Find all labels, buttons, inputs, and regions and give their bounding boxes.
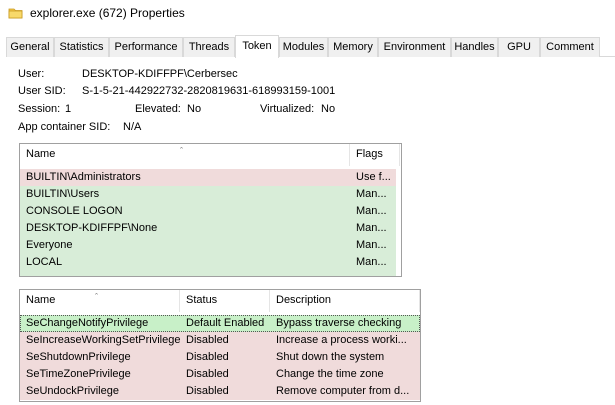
tab-memory[interactable]: Memory (328, 37, 378, 57)
privilege-name: SeShutdownPrivilege (26, 351, 131, 363)
group-name: LOCAL (26, 256, 63, 268)
session-value: 1 (65, 103, 72, 115)
groups-col-name-label: Name (26, 148, 56, 160)
group-flags: Use f... (356, 171, 391, 183)
privilege-name: SeIncreaseWorkingSetPrivilege (26, 334, 180, 346)
group-row[interactable]: Everyone Man... (20, 237, 396, 254)
privilege-status: Disabled (186, 368, 229, 380)
group-name: Everyone (26, 239, 73, 251)
priv-col-description[interactable]: Description (270, 290, 420, 312)
privileges-header: Name ˆ Status Description (20, 290, 420, 312)
privilege-description: Shut down the system (276, 351, 385, 363)
privilege-status: Disabled (186, 385, 229, 397)
group-name: DESKTOP-KDIFFPF\None (26, 222, 158, 234)
app-container-sid-value: N/A (123, 121, 142, 133)
tab-modules[interactable]: Modules (279, 37, 328, 57)
groups-list[interactable]: Name ˆ Flags BUILTIN\Administrators Use … (19, 143, 402, 277)
tab-token[interactable]: Token (235, 35, 279, 58)
group-flags: Man... (356, 188, 387, 200)
group-row[interactable]: DESKTOP-KDIFFPF\None Man... (20, 220, 396, 237)
group-row-partial (20, 271, 396, 276)
tab-gpu[interactable]: GPU (498, 37, 540, 57)
group-row[interactable]: LOCAL Man... (20, 254, 396, 271)
privilege-description: Bypass traverse checking (270, 315, 420, 332)
priv-col-status[interactable]: Status (180, 290, 270, 312)
user-value: DESKTOP-KDIFFPF\Cerbersec (82, 68, 238, 80)
privilege-row[interactable]: SeUndockPrivilege Disabled Remove comput… (20, 383, 420, 400)
title-bar: explorer.exe (672) Properties (0, 0, 615, 28)
elevated-value: No (187, 103, 202, 115)
tab-statistics[interactable]: Statistics (54, 37, 109, 57)
group-flags: Man... (356, 205, 387, 217)
user-label: User: (18, 68, 45, 80)
user-sid-value: S-1-5-21-442922732-2820819631-618993159-… (82, 85, 336, 97)
group-name: BUILTIN\Users (26, 188, 100, 200)
privilege-description: Change the time zone (276, 368, 384, 380)
session-label: Session: (18, 103, 61, 115)
group-flags: Man... (356, 239, 387, 251)
privilege-row[interactable]: SeChangeNotifyPrivilege Default Enabled … (20, 315, 420, 332)
group-row[interactable]: BUILTIN\Administrators Use f... (20, 169, 396, 186)
token-panel: User: DESKTOP-KDIFFPF\Cerbersec User SID… (6, 57, 615, 405)
privilege-name: SeChangeNotifyPrivilege (20, 315, 180, 332)
tab-threads[interactable]: Threads (183, 37, 235, 57)
privilege-row[interactable]: SeShutdownPrivilege Disabled Shut down t… (20, 349, 420, 366)
tab-strip: General Statistics Performance Threads T… (6, 35, 615, 58)
privilege-name: SeTimeZonePrivilege (26, 368, 131, 380)
priv-col-name[interactable]: Name ˆ (20, 290, 180, 312)
privilege-status: Disabled (186, 334, 229, 346)
user-sid-label: User SID: (18, 85, 66, 97)
groups-header: Name ˆ Flags (20, 144, 400, 166)
tab-performance[interactable]: Performance (109, 37, 183, 57)
privilege-description: Remove computer from d... (276, 385, 410, 397)
groups-col-name[interactable]: Name ˆ (20, 144, 350, 166)
folder-icon (8, 8, 23, 19)
privilege-row[interactable]: SeIncreaseWorkingSetPrivilege Disabled I… (20, 332, 420, 349)
group-flags: Man... (356, 222, 387, 234)
sort-ascending-icon: ˆ (180, 146, 183, 156)
tab-environment[interactable]: Environment (378, 37, 451, 57)
privilege-description: Increase a process worki... (276, 334, 407, 346)
group-flags: Man... (356, 256, 387, 268)
privilege-row[interactable]: SeTimeZonePrivilege Disabled Change the … (20, 366, 420, 383)
group-row[interactable]: BUILTIN\Users Man... (20, 186, 396, 203)
tab-handles[interactable]: Handles (451, 37, 498, 57)
privilege-name: SeUndockPrivilege (26, 385, 119, 397)
group-name: CONSOLE LOGON (26, 205, 123, 217)
tab-comment[interactable]: Comment (540, 37, 600, 57)
app-container-sid-label: App container SID: (18, 121, 111, 133)
sort-ascending-icon: ˆ (95, 292, 98, 302)
tab-general[interactable]: General (6, 37, 54, 57)
groups-col-flags[interactable]: Flags (350, 144, 400, 166)
virtualized-value: No (321, 103, 336, 115)
window-title: explorer.exe (672) Properties (30, 6, 185, 20)
group-name: BUILTIN\Administrators (26, 171, 141, 183)
group-row[interactable]: CONSOLE LOGON Man... (20, 203, 396, 220)
privileges-list[interactable]: Name ˆ Status Description SeChangeNotify… (19, 289, 421, 402)
privilege-status: Disabled (186, 351, 229, 363)
priv-col-name-label: Name (26, 294, 56, 306)
elevated-label: Elevated: (135, 103, 181, 115)
privilege-status: Default Enabled (180, 315, 270, 332)
virtualized-label: Virtualized: (260, 103, 315, 115)
